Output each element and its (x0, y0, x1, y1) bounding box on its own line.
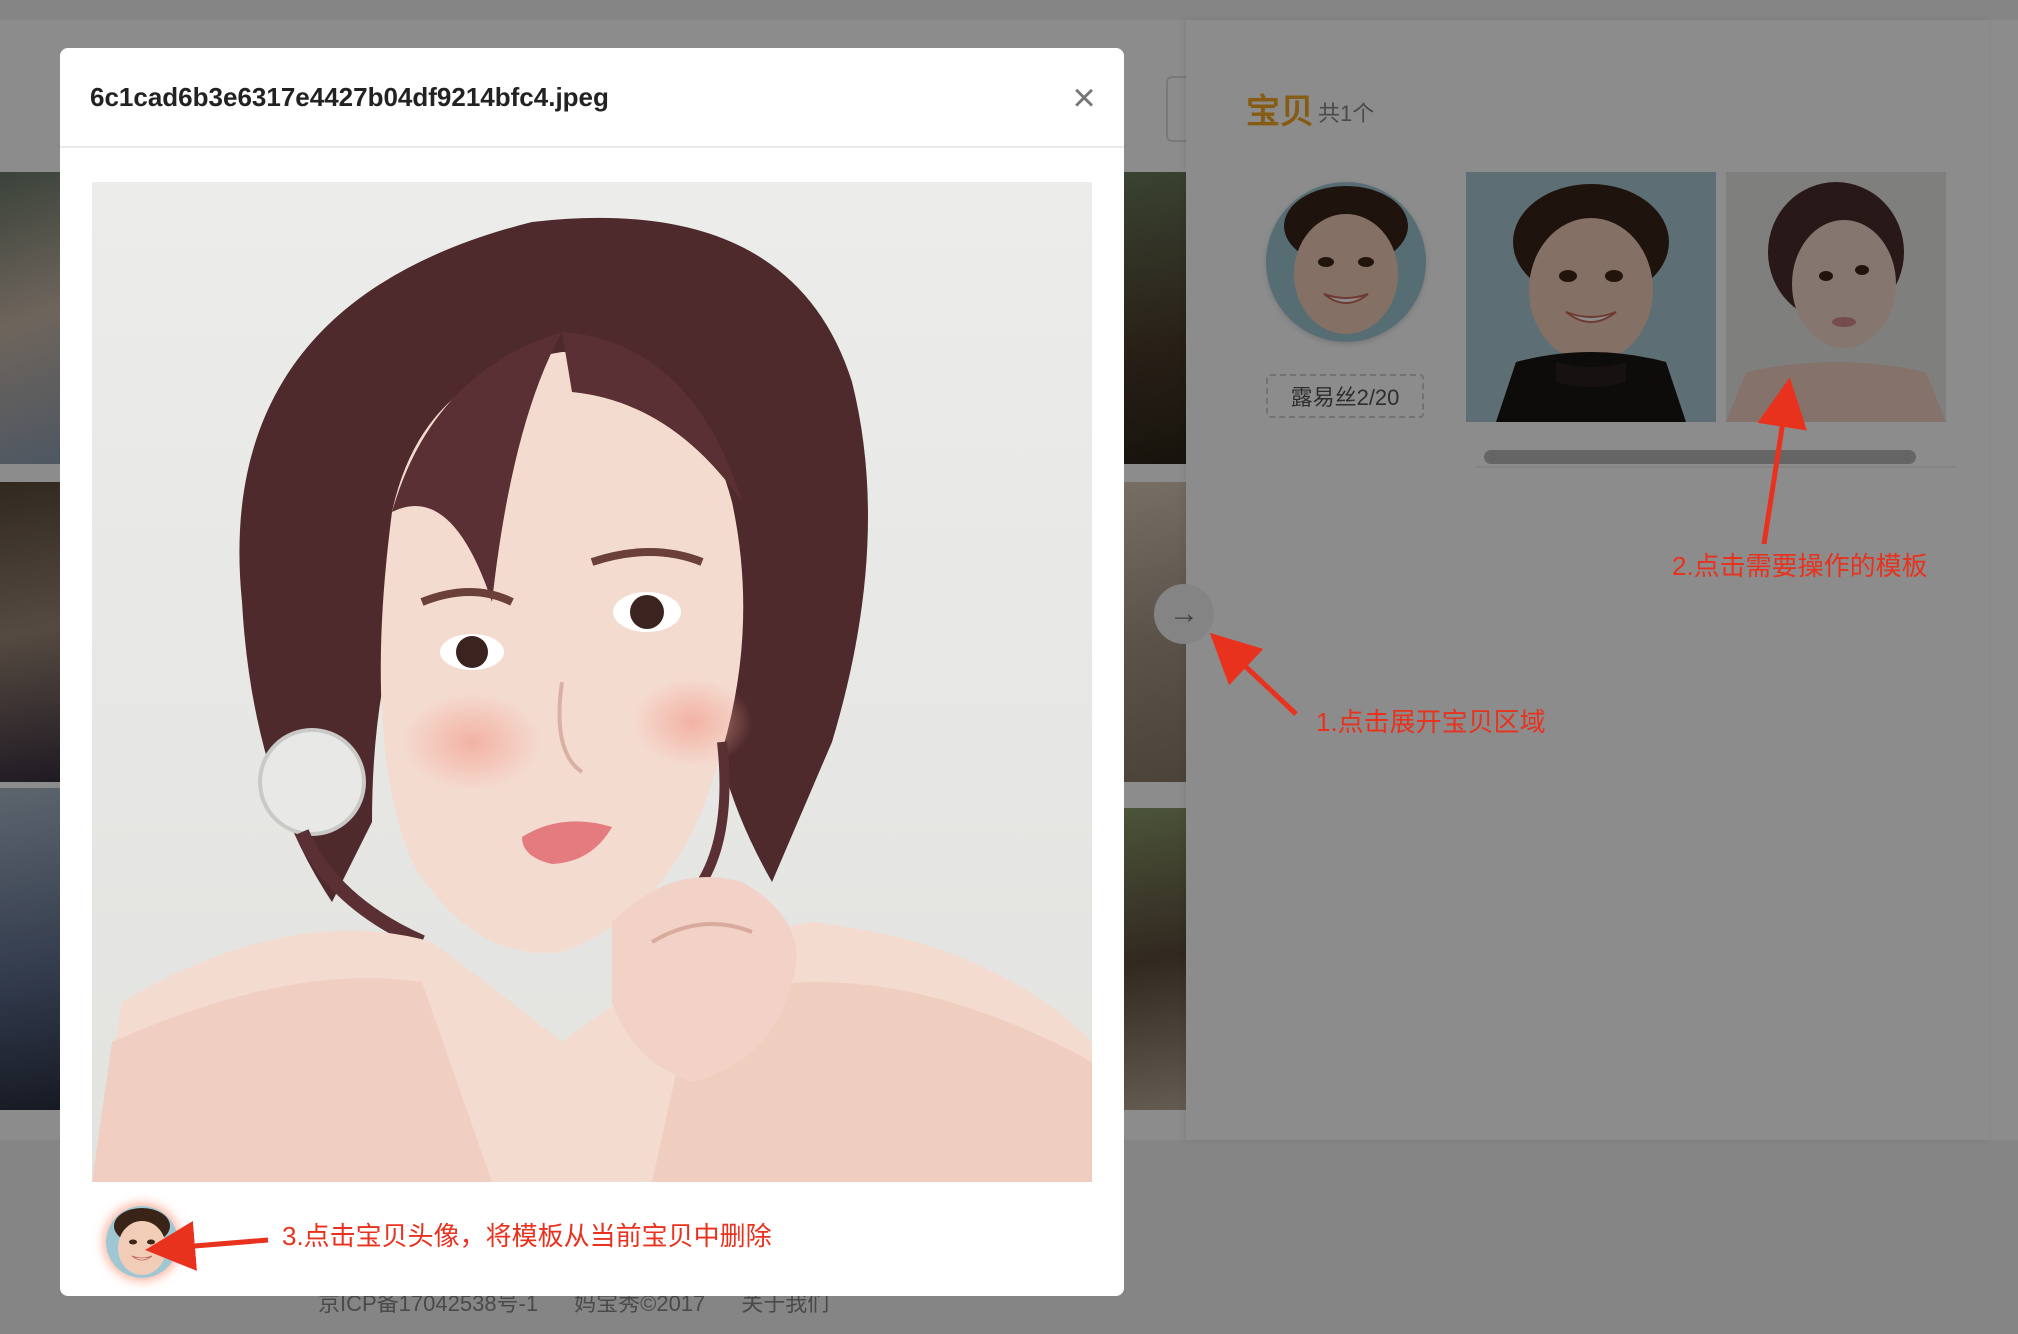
modal-title: 6c1cad6b3e6317e4427b04df9214bfc4.jpeg (90, 82, 609, 112)
image-preview-modal: 6c1cad6b3e6317e4427b04df9214bfc4.jpeg × (60, 48, 1124, 1296)
annotation-step2: 2.点击需要操作的模板 (1672, 551, 1928, 581)
modal-header: 6c1cad6b3e6317e4427b04df9214bfc4.jpeg × (60, 48, 1124, 148)
baby-face-image (106, 1206, 178, 1278)
girl-portrait-image (92, 182, 1092, 1182)
annotation-step1: 1.点击展开宝贝区域 (1316, 707, 1546, 737)
baby-avatar-remove-button[interactable] (106, 1206, 178, 1278)
annotation-step3: 3.点击宝贝头像，将模板从当前宝贝中删除 (282, 1221, 772, 1251)
preview-image (92, 182, 1092, 1182)
close-icon[interactable]: × (1064, 78, 1104, 118)
